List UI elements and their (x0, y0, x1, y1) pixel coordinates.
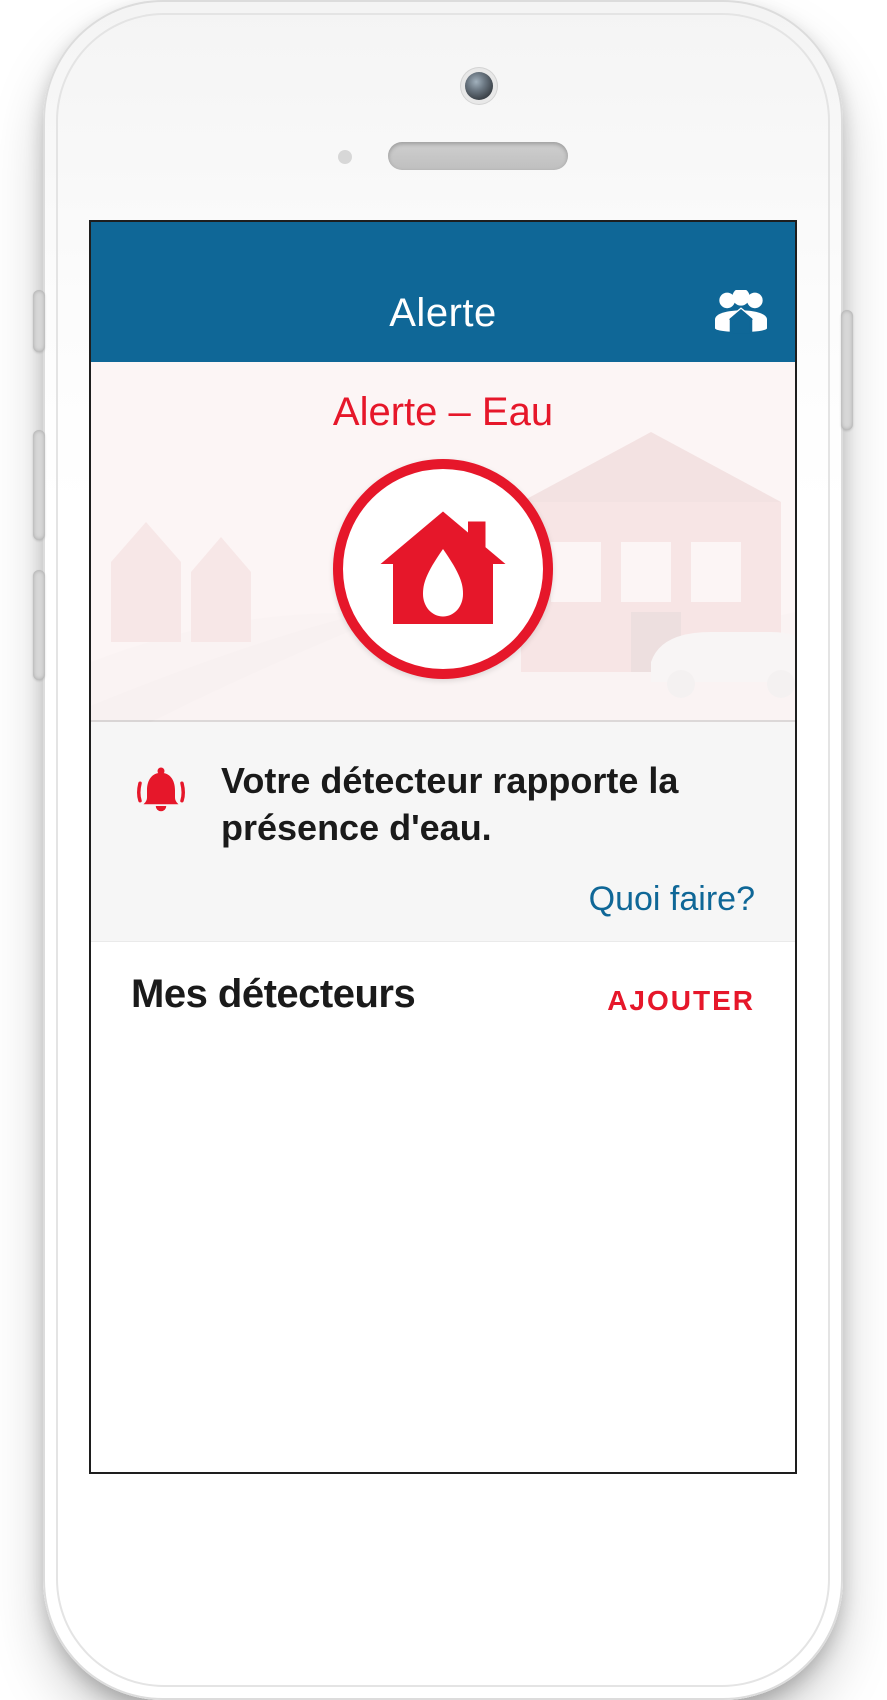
volume-up-button (33, 430, 45, 540)
power-button (841, 310, 853, 430)
app-header: Alerte (91, 222, 795, 362)
phone-frame: Alerte (43, 0, 843, 1700)
alert-bell-icon (131, 762, 191, 822)
page-title: Alerte (389, 291, 497, 336)
house-water-icon (368, 494, 518, 644)
alert-message-text: Votre détecteur rapporte la présence d'e… (221, 758, 755, 852)
household-button[interactable] (711, 288, 771, 344)
proximity-sensor (338, 150, 352, 164)
mute-switch (33, 290, 45, 352)
people-house-icon (713, 290, 769, 342)
front-camera (465, 72, 493, 100)
alert-icon-badge (333, 459, 553, 679)
alert-hero: Alerte – Eau (91, 362, 795, 722)
add-detector-button[interactable]: AJOUTER (607, 985, 755, 1017)
detectors-section-header: Mes détecteurs AJOUTER (91, 942, 795, 1027)
alert-type-title: Alerte – Eau (91, 390, 795, 435)
volume-down-button (33, 570, 45, 680)
what-to-do-link[interactable]: Quoi faire? (589, 880, 755, 918)
earpiece-speaker (388, 142, 568, 170)
alert-message-card: Votre détecteur rapporte la présence d'e… (91, 722, 795, 942)
screen: Alerte (91, 222, 795, 1472)
detectors-section-title: Mes détecteurs (131, 972, 415, 1017)
